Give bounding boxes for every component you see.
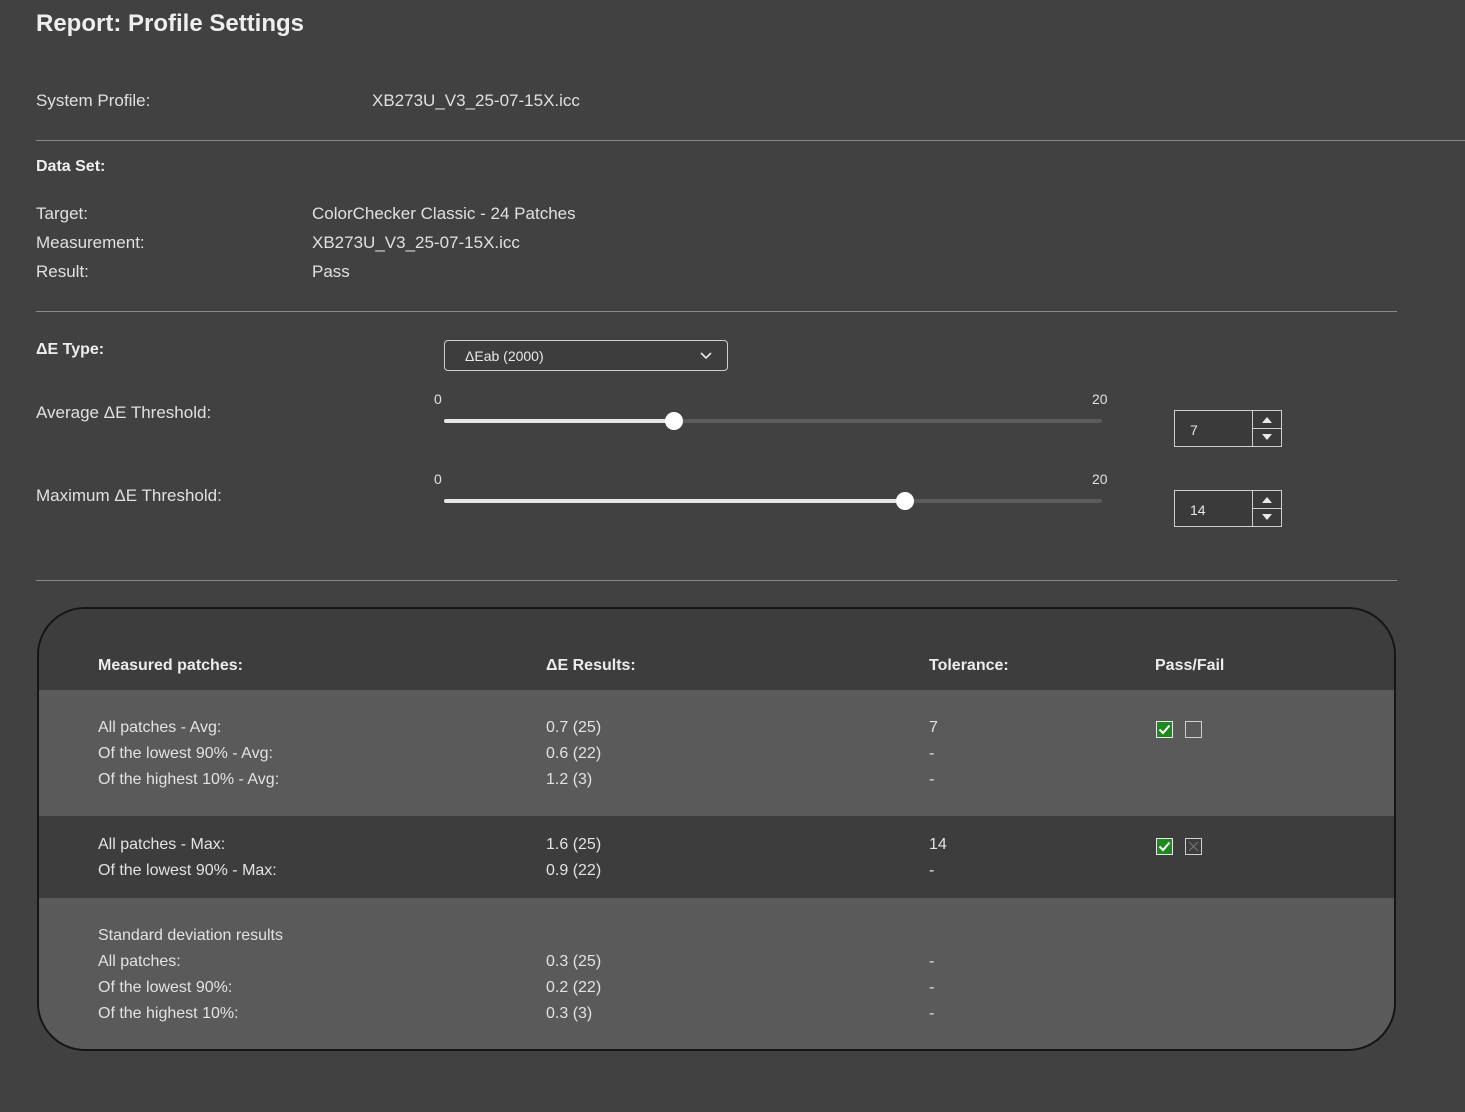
table-row-tolerance: - bbox=[929, 771, 935, 788]
table-row-tolerance: - bbox=[929, 862, 935, 879]
header-tolerance: Tolerance: bbox=[929, 657, 1009, 674]
result-label: Result: bbox=[36, 262, 89, 281]
fail-checkbox[interactable] bbox=[1185, 838, 1202, 855]
avg-slider-max: 20 bbox=[1092, 391, 1108, 407]
max-threshold-value[interactable]: 14 bbox=[1190, 502, 1206, 518]
table-row-result: 0.7 (25) bbox=[546, 719, 602, 736]
decrement-button[interactable] bbox=[1253, 509, 1281, 526]
chevron-down-icon bbox=[700, 352, 712, 360]
std-heading: Standard deviation results bbox=[98, 927, 283, 944]
measurement-label: Measurement: bbox=[36, 233, 145, 252]
slider-thumb[interactable] bbox=[895, 492, 914, 510]
arrow-down-icon bbox=[1262, 434, 1272, 440]
header-results: ΔE Results: bbox=[546, 657, 636, 674]
std-group: Standard deviation results All patches: … bbox=[39, 898, 1394, 1049]
target-label: Target: bbox=[36, 204, 88, 223]
avg-threshold-slider[interactable] bbox=[444, 412, 1102, 430]
table-row-result: 0.3 (25) bbox=[546, 953, 602, 970]
table-row-label: Of the highest 10%: bbox=[98, 1005, 239, 1022]
table-row-tolerance: - bbox=[929, 745, 935, 762]
table-row-tolerance: - bbox=[929, 979, 935, 996]
max-slider-max: 20 bbox=[1092, 471, 1108, 487]
cross-icon bbox=[1188, 841, 1199, 852]
de-type-selected: ΔEab (2000) bbox=[465, 348, 544, 364]
divider bbox=[36, 580, 1397, 581]
table-row-result: 0.2 (22) bbox=[546, 979, 602, 996]
avg-threshold-value[interactable]: 7 bbox=[1190, 422, 1198, 438]
table-row-tolerance: 14 bbox=[929, 836, 947, 853]
fail-checkbox[interactable] bbox=[1185, 721, 1202, 738]
max-slider-min: 0 bbox=[434, 471, 442, 487]
max-group: All patches - Max: 1.6 (25) 14 Of the lo… bbox=[39, 816, 1394, 898]
table-row-tolerance: - bbox=[929, 1005, 935, 1022]
table-row-label: Of the lowest 90% - Avg: bbox=[98, 745, 273, 762]
table-row-result: 1.6 (25) bbox=[546, 836, 602, 853]
checkmark-icon bbox=[1158, 841, 1171, 852]
result-value: Pass bbox=[312, 262, 350, 281]
max-threshold-spinbox[interactable]: 14 bbox=[1174, 490, 1282, 527]
arrow-down-icon bbox=[1262, 514, 1272, 520]
max-threshold-label: Maximum ΔE Threshold: bbox=[36, 486, 222, 505]
slider-fill bbox=[444, 499, 905, 503]
table-row-result: 0.3 (3) bbox=[546, 1005, 593, 1022]
slider-fill bbox=[444, 419, 675, 423]
system-profile-value: XB273U_V3_25-07-15X.icc bbox=[372, 91, 580, 110]
increment-button[interactable] bbox=[1253, 411, 1281, 429]
avg-group: All patches - Avg: 0.7 (25) 7 Of the low… bbox=[39, 690, 1394, 816]
avg-threshold-spinbox[interactable]: 7 bbox=[1174, 410, 1282, 447]
table-row-label: All patches - Max: bbox=[98, 836, 226, 853]
divider bbox=[36, 311, 1397, 312]
avg-slider-min: 0 bbox=[434, 391, 442, 407]
system-profile-label: System Profile: bbox=[36, 91, 151, 110]
increment-button[interactable] bbox=[1253, 491, 1281, 509]
arrow-up-icon bbox=[1262, 497, 1272, 503]
results-panel: Measured patches: ΔE Results: Tolerance:… bbox=[37, 607, 1396, 1051]
table-row-tolerance: - bbox=[929, 953, 935, 970]
decrement-button[interactable] bbox=[1253, 429, 1281, 446]
table-row-label: Of the highest 10% - Avg: bbox=[98, 771, 280, 788]
slider-thumb[interactable] bbox=[665, 412, 684, 430]
measurement-value: XB273U_V3_25-07-15X.icc bbox=[312, 233, 520, 252]
checkmark-icon bbox=[1158, 724, 1171, 735]
avg-threshold-label: Average ΔE Threshold: bbox=[36, 403, 212, 422]
table-row-result: 1.2 (3) bbox=[546, 771, 593, 788]
page-title: Report: Profile Settings bbox=[36, 10, 305, 37]
pass-checkbox[interactable] bbox=[1156, 838, 1173, 855]
header-passfail: Pass/Fail bbox=[1155, 657, 1225, 674]
data-set-heading: Data Set: bbox=[36, 158, 106, 175]
table-row-result: 0.6 (22) bbox=[546, 745, 602, 762]
table-row-label: All patches: bbox=[98, 953, 181, 970]
de-type-dropdown[interactable]: ΔEab (2000) bbox=[444, 340, 728, 371]
table-row-label: Of the lowest 90% - Max: bbox=[98, 862, 277, 879]
pass-checkbox[interactable] bbox=[1156, 721, 1173, 738]
table-header: Measured patches: ΔE Results: Tolerance:… bbox=[39, 609, 1394, 690]
table-row-label: All patches - Avg: bbox=[98, 719, 222, 736]
max-threshold-slider[interactable] bbox=[444, 492, 1102, 510]
de-type-label: ΔE Type: bbox=[36, 341, 105, 358]
header-patches: Measured patches: bbox=[98, 657, 243, 674]
divider bbox=[36, 140, 1465, 141]
target-value: ColorChecker Classic - 24 Patches bbox=[312, 204, 576, 223]
table-row-result: 0.9 (22) bbox=[546, 862, 602, 879]
table-row-label: Of the lowest 90%: bbox=[98, 979, 233, 996]
arrow-up-icon bbox=[1262, 417, 1272, 423]
table-row-tolerance: 7 bbox=[929, 719, 938, 736]
